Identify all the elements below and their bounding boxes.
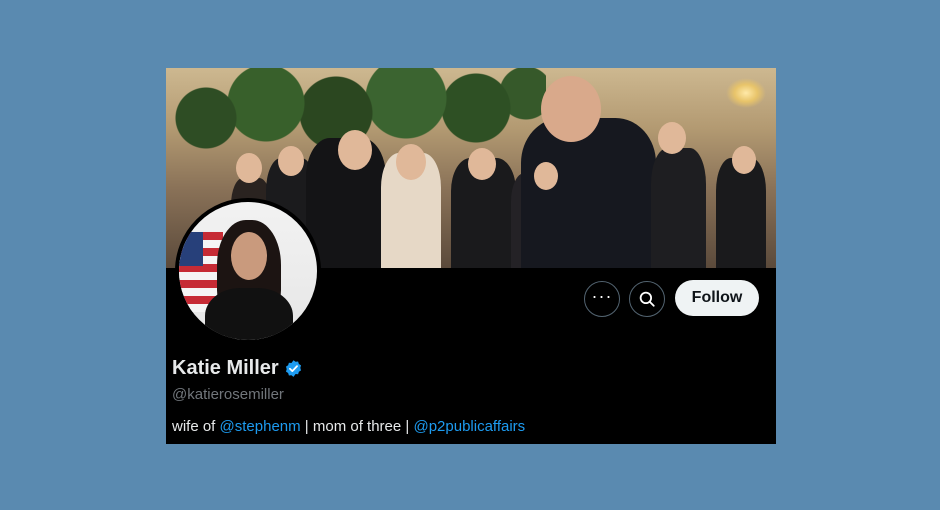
banner-head bbox=[236, 153, 262, 183]
search-icon bbox=[639, 291, 655, 307]
profile-avatar[interactable] bbox=[175, 198, 321, 344]
banner-head bbox=[541, 76, 601, 142]
banner-person bbox=[716, 158, 766, 268]
banner-head bbox=[732, 146, 756, 174]
display-name: Katie Miller bbox=[172, 357, 279, 379]
banner-head bbox=[338, 130, 372, 170]
more-options-button[interactable]: ··· bbox=[584, 281, 620, 317]
search-posts-button[interactable] bbox=[629, 281, 665, 317]
bio-mention-link[interactable]: @p2publicaffairs bbox=[413, 418, 525, 435]
banner-head bbox=[658, 122, 686, 154]
banner-head bbox=[278, 146, 304, 176]
profile-card: ··· Follow Katie Miller @katierosemiller… bbox=[166, 68, 776, 444]
bio-text: | mom of three | bbox=[300, 418, 414, 435]
banner-head bbox=[396, 144, 426, 180]
avatar-face bbox=[231, 232, 267, 280]
banner-head bbox=[534, 162, 558, 190]
banner-person bbox=[521, 118, 656, 268]
profile-handle: @katierosemiller bbox=[172, 386, 284, 403]
bio-mention-link[interactable]: @stephenm bbox=[220, 418, 301, 435]
bio-text: wife of bbox=[172, 418, 220, 435]
profile-bio: wife of @stephenm | mom of three | @p2pu… bbox=[172, 418, 525, 435]
more-icon: ··· bbox=[591, 286, 613, 306]
display-name-row: Katie Miller bbox=[172, 357, 303, 380]
verified-badge-icon[interactable] bbox=[284, 359, 303, 378]
banner-chandelier bbox=[726, 78, 766, 108]
banner-head bbox=[468, 148, 496, 180]
banner-person bbox=[651, 148, 706, 268]
follow-button[interactable]: Follow bbox=[675, 280, 759, 316]
avatar-body bbox=[205, 288, 293, 340]
